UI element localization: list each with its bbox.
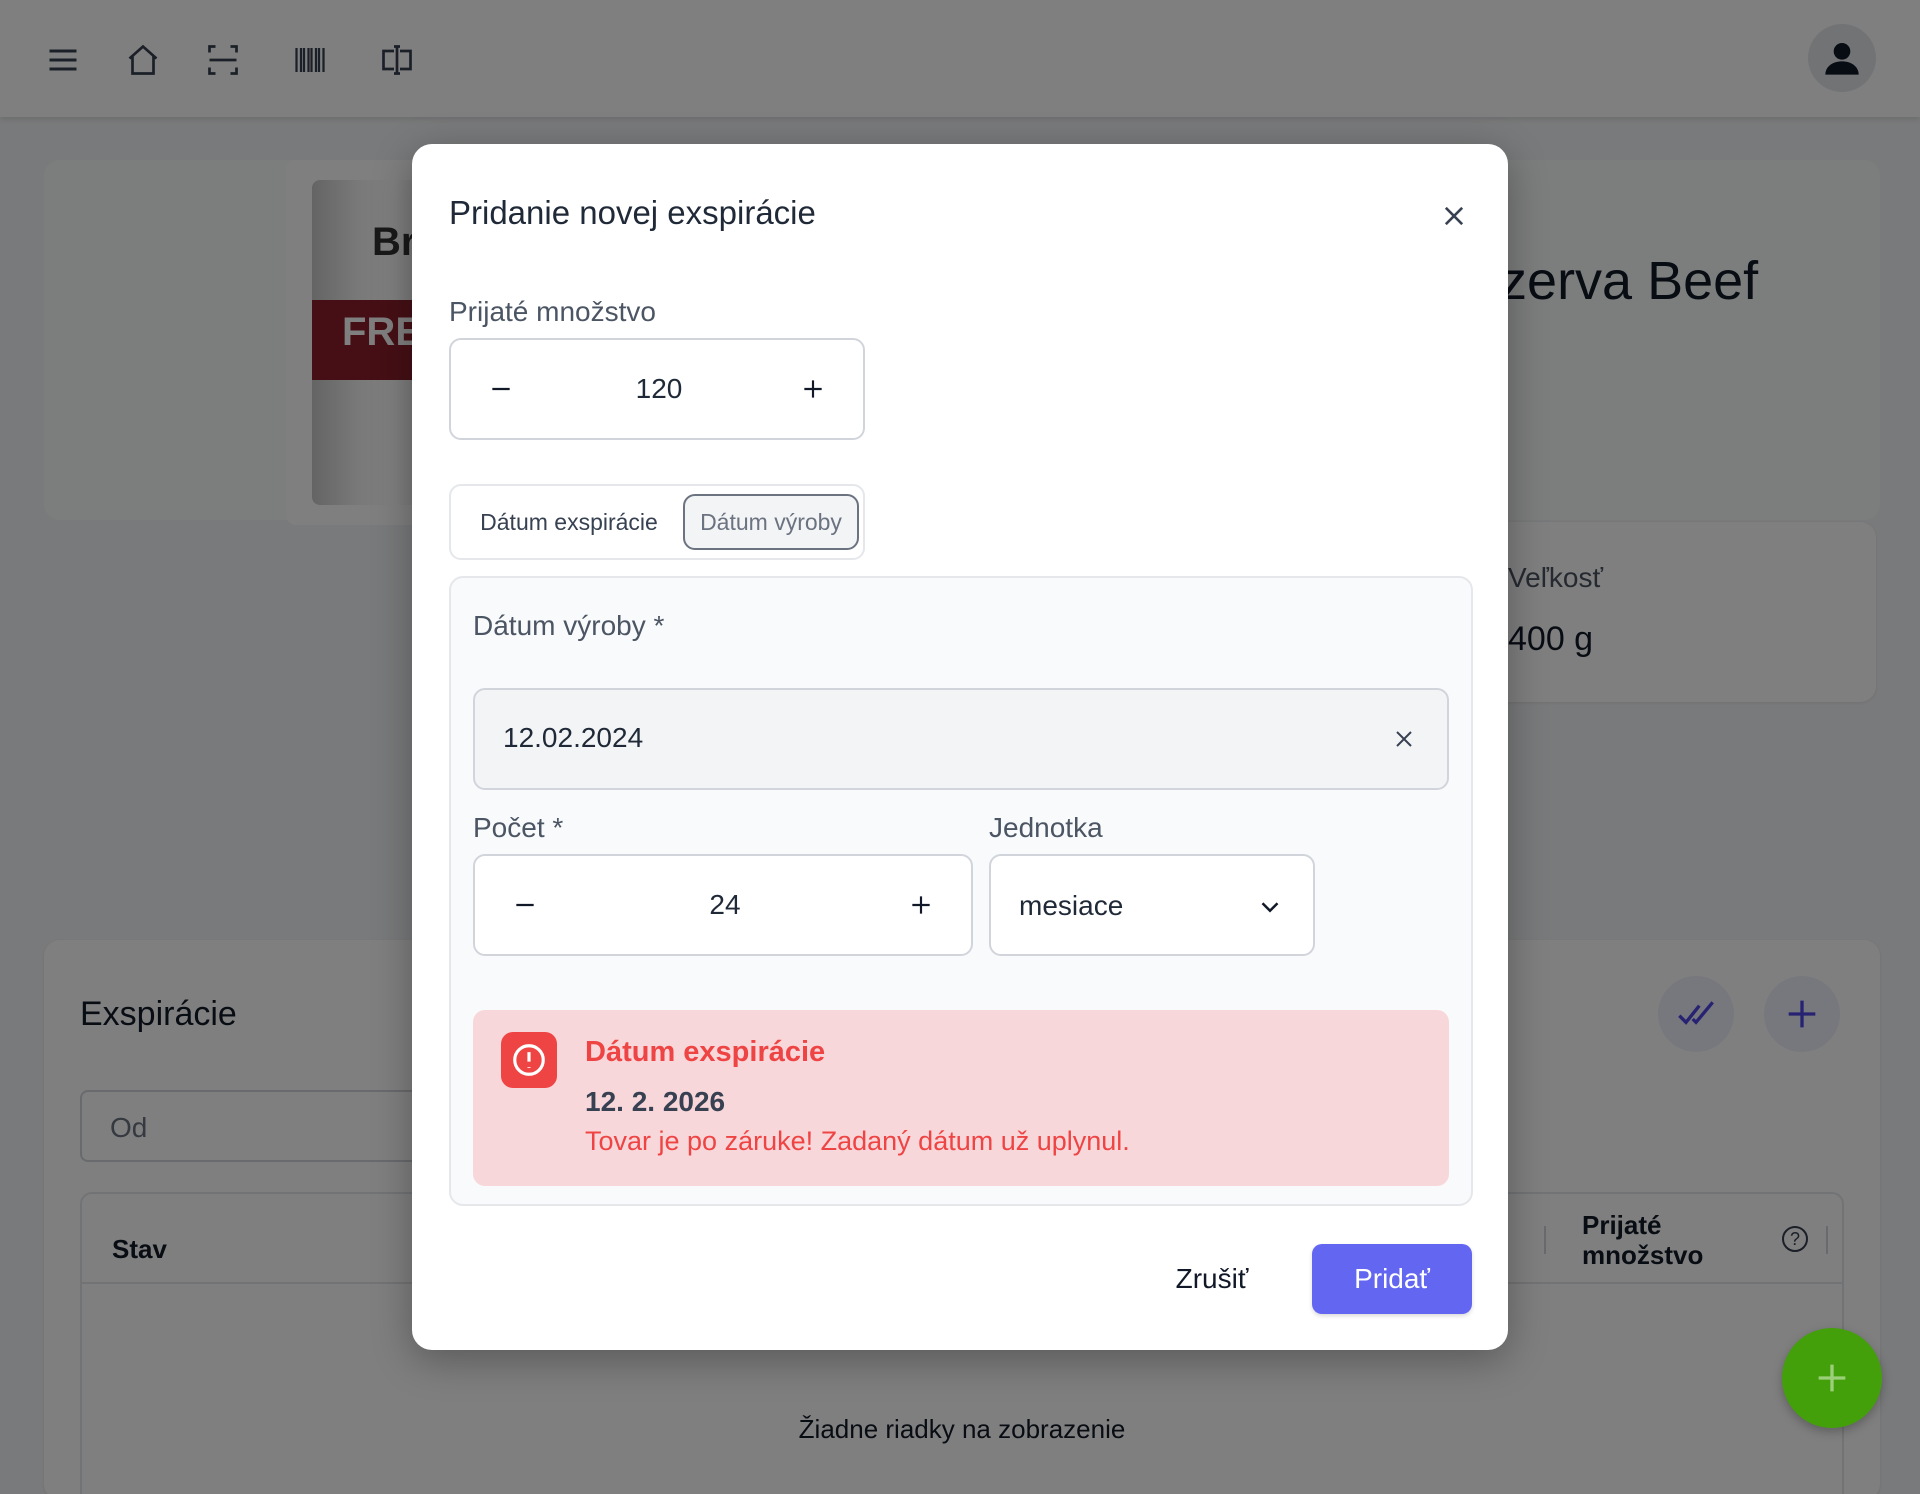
production-date-panel: Dátum výroby * 12.02.2024 Počet * 24 Jed… — [449, 576, 1473, 1206]
plus-icon — [912, 896, 930, 914]
toggle-production-date[interactable]: Dátum výroby — [683, 494, 859, 550]
minus-icon — [492, 387, 510, 391]
chevron-down-icon — [1261, 902, 1279, 913]
count-label: Počet * — [473, 812, 564, 843]
alert-title: Dátum exspirácie — [585, 1036, 826, 1068]
unit-label: Jednotka — [989, 812, 1103, 843]
add-expiration-dialog: Pridanie novej exspirácie Prijaté množst… — [412, 144, 1508, 1350]
alert-message: Tovar je po záruke! Zadaný dátum už uply… — [585, 1126, 1130, 1156]
alert-date: 12. 2. 2026 — [585, 1086, 726, 1117]
received-qty-decrement[interactable] — [461, 340, 541, 438]
fab-add-button[interactable] — [1782, 1328, 1882, 1428]
received-qty-label: Prijaté množstvo — [449, 296, 656, 327]
plus-icon — [1818, 1364, 1846, 1392]
production-date-input[interactable]: 12.02.2024 — [473, 688, 1449, 790]
expiration-alert: Dátum exspirácie 12. 2. 2026 Tovar je po… — [473, 1010, 1449, 1186]
received-qty-input[interactable]: 120 — [541, 340, 777, 438]
count-decrement[interactable] — [485, 856, 565, 954]
toggle-expiration-date[interactable]: Dátum exspirácie — [459, 494, 679, 550]
clear-date-button[interactable] — [1389, 724, 1419, 754]
minus-icon — [516, 903, 534, 907]
close-button[interactable] — [1432, 194, 1476, 238]
close-icon — [1444, 206, 1464, 226]
cancel-button[interactable]: Zrušiť — [1152, 1246, 1272, 1312]
received-qty-stepper: 120 — [449, 338, 865, 440]
dialog-title: Pridanie novej exspirácie — [449, 194, 816, 231]
unit-select[interactable]: mesiace — [989, 854, 1315, 956]
close-icon — [1396, 731, 1412, 747]
received-qty-increment[interactable] — [773, 340, 853, 438]
plus-icon — [804, 380, 822, 398]
production-date-label: Dátum výroby * — [473, 610, 665, 641]
date-type-toggle: Dátum exspirácie Dátum výroby — [449, 484, 865, 560]
count-input[interactable]: 24 — [565, 856, 885, 954]
count-increment[interactable] — [881, 856, 961, 954]
submit-button[interactable]: Pridať — [1312, 1244, 1472, 1314]
production-date-value: 12.02.2024 — [503, 722, 644, 753]
unit-select-value: mesiace — [1019, 890, 1124, 921]
count-stepper: 24 — [473, 854, 973, 956]
alert-circle-icon — [501, 1032, 557, 1088]
